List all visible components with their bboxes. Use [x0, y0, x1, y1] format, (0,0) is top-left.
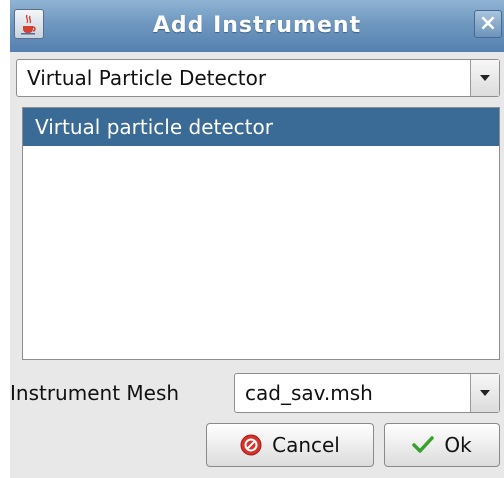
list-item[interactable]: Virtual particle detector [23, 108, 499, 146]
cancel-icon [240, 434, 262, 456]
instrument-mesh-dropdown[interactable]: cad_sav.msh [234, 373, 500, 413]
instrument-type-value: Virtual Particle Detector [27, 66, 267, 90]
chevron-down-icon [480, 75, 490, 81]
chevron-down-icon [480, 390, 490, 396]
close-icon: × [478, 11, 498, 36]
instrument-mesh-value: cad_sav.msh [245, 381, 373, 405]
list-item-label: Virtual particle detector [35, 115, 273, 139]
dropdown-arrow-button[interactable] [470, 374, 499, 412]
close-button[interactable]: × [474, 10, 502, 38]
java-coffee-cup-icon[interactable] [14, 9, 44, 39]
instrument-mesh-label: Instrument Mesh [10, 381, 180, 405]
cancel-label: Cancel [272, 433, 340, 457]
instrument-list[interactable]: Virtual particle detector [22, 107, 500, 360]
add-instrument-dialog: Add Instrument × Virtual Particle Detect… [10, 0, 504, 478]
checkmark-icon [412, 435, 435, 455]
ok-label: Ok [444, 433, 472, 457]
dropdown-arrow-button[interactable] [470, 60, 499, 96]
instrument-type-dropdown[interactable]: Virtual Particle Detector [16, 59, 500, 97]
ok-button[interactable]: Ok [384, 423, 500, 467]
title-bar[interactable]: Add Instrument × [10, 0, 504, 52]
window-title: Add Instrument [152, 13, 362, 38]
cancel-button[interactable]: Cancel [206, 423, 374, 467]
